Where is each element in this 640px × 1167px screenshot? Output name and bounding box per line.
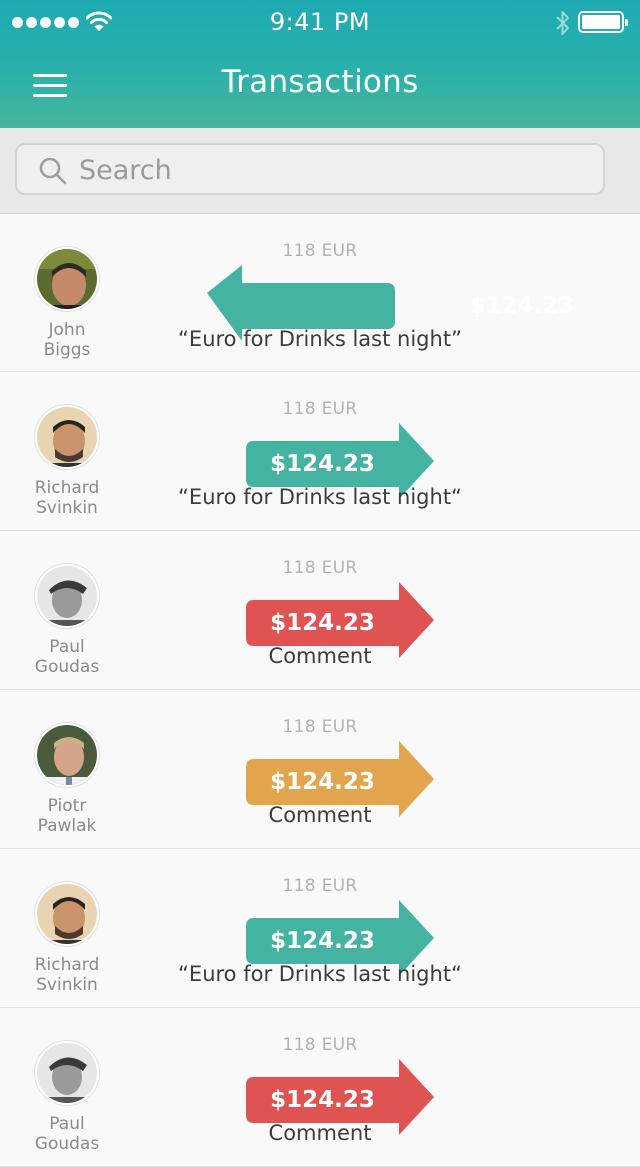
amount-label: $124.23 <box>270 451 375 477</box>
transaction-comment: Comment <box>268 803 372 827</box>
transaction-row[interactable]: Richard Svinkin 118 EUR $124.23 “Euro for Dr… <box>0 372 640 531</box>
transaction-comment: Comment <box>268 1121 372 1145</box>
transaction-row[interactable]: John Biggs 118 EUR $124.23 “Euro for Drinks … <box>0 214 640 372</box>
search-icon <box>39 157 67 185</box>
transaction-row[interactable]: Piotr Pawlak 118 EUR $124.23 Comment <box>0 690 640 849</box>
transaction-comment: “Euro for Drinks last night“ <box>178 485 462 509</box>
transaction-comment: Comment <box>268 644 372 668</box>
status-bar: 9:41 PM <box>0 0 640 46</box>
amount-label: $124.23 <box>270 1087 375 1113</box>
search-input[interactable] <box>77 145 581 195</box>
bluetooth-icon <box>556 11 569 35</box>
amount-label: $124.23 <box>469 293 575 319</box>
eur-amount: 118 EUR <box>282 876 358 896</box>
transaction-comment: “Euro for Drinks last night” <box>178 327 462 351</box>
status-time: 9:41 PM <box>269 8 371 36</box>
battery-icon <box>578 11 628 33</box>
eur-amount: 118 EUR <box>282 399 358 419</box>
search-box[interactable] <box>15 143 605 195</box>
eur-amount: 118 EUR <box>282 241 358 261</box>
amount-label: $124.23 <box>270 769 375 795</box>
transaction-row[interactable]: Paul Goudas 118 EUR $124.23 Comment <box>0 1008 640 1167</box>
eur-amount: 118 EUR <box>282 1035 358 1055</box>
transaction-comment: “Euro for Drinks last night“ <box>178 962 462 986</box>
amount-label: $124.23 <box>270 928 375 954</box>
amount-label: $124.23 <box>270 610 375 636</box>
transaction-row[interactable]: Richard Svinkin 118 EUR $124.23 “Euro for Dr… <box>0 849 640 1008</box>
transaction-row[interactable]: Paul Goudas 118 EUR $124.23 Comment <box>0 531 640 690</box>
transaction-list: John Biggs 118 EUR $124.23 “Euro for Drinks … <box>0 214 640 1167</box>
page-title: Transactions <box>221 64 419 100</box>
search-bar <box>0 128 640 214</box>
eur-amount: 118 EUR <box>282 558 358 578</box>
eur-amount: 118 EUR <box>282 717 358 737</box>
nav-header: 9:41 PM Transactions <box>0 0 640 128</box>
